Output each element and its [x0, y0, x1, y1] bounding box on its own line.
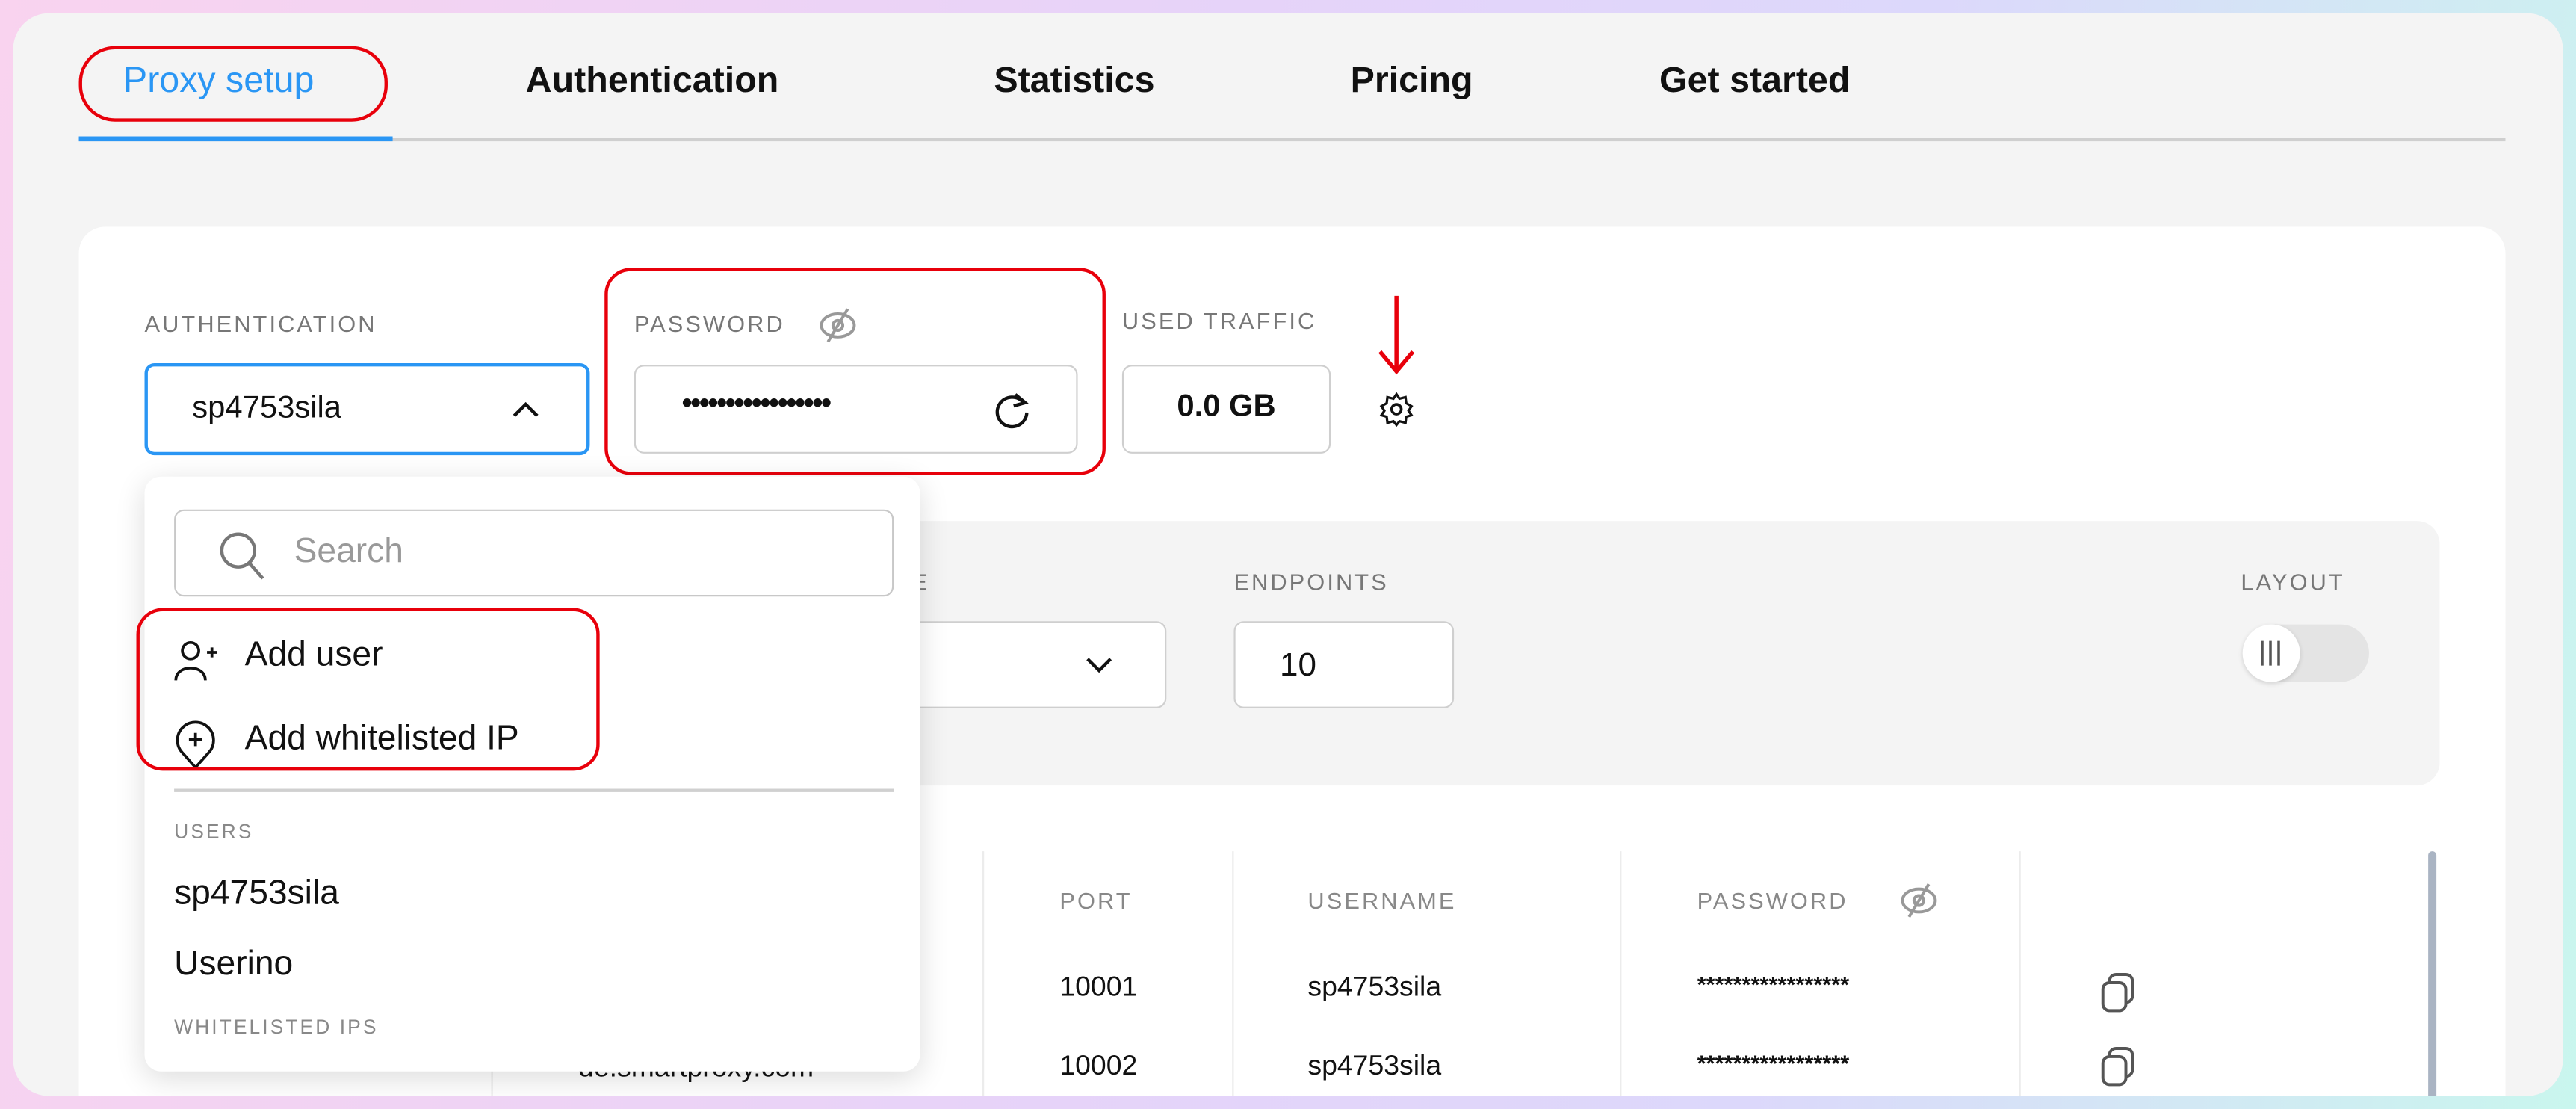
column-divider	[2019, 851, 2021, 1096]
used-traffic-label: USED TRAFFIC	[1121, 307, 1317, 334]
tab-divider	[78, 138, 2506, 142]
highlight-proxy-setup	[78, 46, 388, 122]
eye-off-icon[interactable]	[1898, 881, 1940, 921]
user-item[interactable]: Userino	[174, 945, 293, 984]
tab-statistics[interactable]: Statistics	[994, 59, 1154, 102]
search-icon	[220, 532, 264, 580]
password-header: PASSWORD	[1697, 887, 1848, 914]
used-traffic-box: 0.0 GB	[1121, 365, 1331, 454]
gear-icon[interactable]	[1378, 391, 1414, 427]
authentication-select[interactable]: sp4753sila	[144, 362, 590, 456]
column-divider	[982, 851, 985, 1096]
copy-icon[interactable]	[2098, 1045, 2137, 1088]
username-cell: sp4753sila	[1307, 971, 1442, 1003]
used-traffic-value: 0.0 GB	[1177, 389, 1276, 424]
password-cell: *****************	[1697, 971, 1850, 998]
layout-toggle[interactable]	[2242, 624, 2369, 682]
copy-icon[interactable]	[2098, 971, 2137, 1014]
users-heading: USERS	[174, 820, 254, 844]
tab-pricing[interactable]: Pricing	[1351, 59, 1473, 102]
dropdown-divider	[174, 788, 894, 792]
port-header: PORT	[1059, 887, 1133, 914]
dropdown-search-input[interactable]: Search	[174, 509, 894, 597]
chevron-down-icon	[1086, 658, 1112, 673]
authentication-label: AUTHENTICATION	[144, 310, 377, 337]
column-divider	[1620, 851, 1622, 1096]
endpoints-input[interactable]: 10	[1233, 621, 1455, 708]
search-placeholder: Search	[294, 532, 403, 571]
highlight-password	[604, 268, 1106, 475]
highlight-add-actions	[136, 608, 600, 771]
endpoints-value: 10	[1280, 647, 1316, 684]
port-cell: 10001	[1059, 971, 1138, 1003]
toggle-knob	[2242, 624, 2300, 682]
tab-authentication[interactable]: Authentication	[526, 59, 779, 102]
username-cell: sp4753sila	[1307, 1050, 1442, 1081]
app-window: Proxy setup Authentication Statistics Pr…	[13, 13, 2563, 1096]
stage: Proxy setup Authentication Statistics Pr…	[0, 0, 2576, 1109]
endpoints-label: ENDPOINTS	[1233, 568, 1389, 596]
columns-icon	[2261, 640, 2280, 666]
authentication-dropdown: Search Add user Add whitelisted IP USERS…	[144, 476, 920, 1072]
password-cell: *****************	[1697, 1050, 1850, 1077]
user-item[interactable]: sp4753sila	[174, 874, 339, 914]
chevron-up-icon	[513, 401, 539, 417]
red-arrow-down-icon	[1378, 295, 1415, 375]
port-cell: 10002	[1059, 1050, 1138, 1081]
username-header: USERNAME	[1307, 887, 1457, 914]
layout-label: LAYOUT	[2241, 568, 2345, 596]
tab-get-started[interactable]: Get started	[1659, 59, 1850, 102]
active-tab-indicator	[78, 136, 393, 142]
whitelisted-ips-heading: WHITELISTED IPS	[174, 1015, 379, 1039]
column-divider	[1232, 851, 1234, 1096]
authentication-value: sp4753sila	[192, 391, 342, 426]
table-scrollbar[interactable]	[2428, 851, 2437, 1096]
